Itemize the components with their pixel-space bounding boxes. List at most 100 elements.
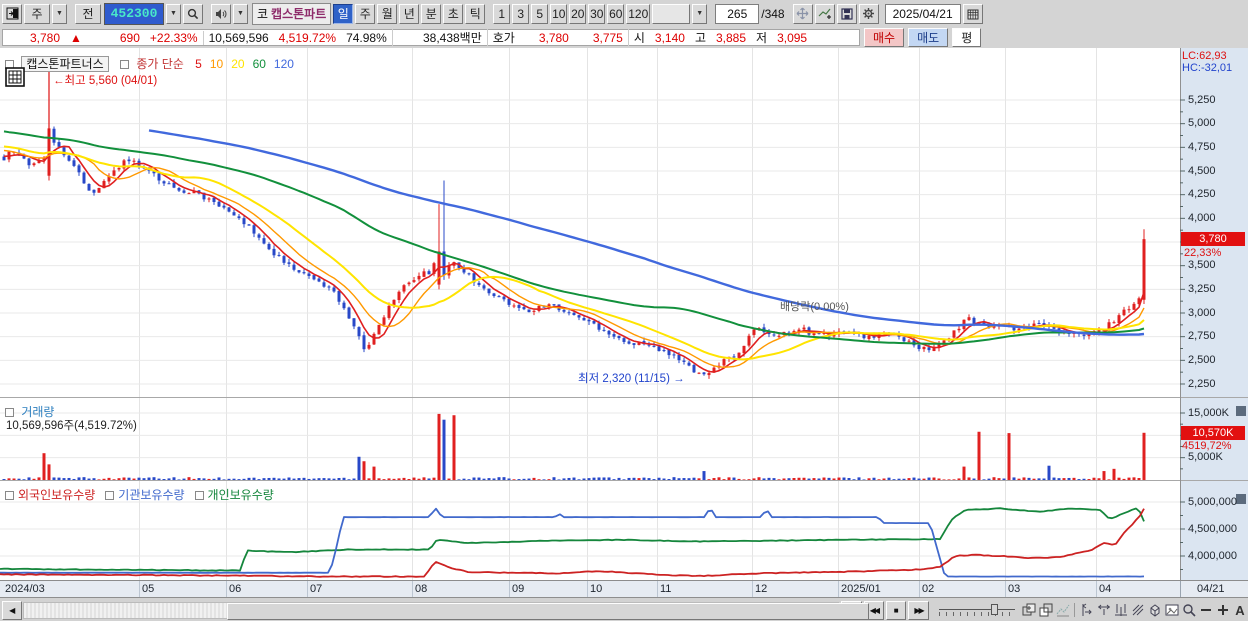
draw-tools-button[interactable]	[1130, 602, 1146, 618]
font-tool-button[interactable]: A	[1232, 602, 1248, 618]
avg-button[interactable]: 평	[952, 28, 982, 47]
period-tab-5[interactable]: 초	[443, 3, 464, 24]
period-tab-3[interactable]: 년	[399, 3, 420, 24]
sound-dropdown-arrow[interactable]: ▼	[233, 3, 248, 24]
price-axis-label: 4,250	[1188, 188, 1216, 201]
bottom-toolbar: ◀ ▶ ◀◀ ■ ▶▶ A	[0, 597, 1248, 621]
legend-stock-name: 캡스톤파트너스	[21, 56, 109, 72]
period-tab-1[interactable]: 주	[355, 3, 376, 24]
interval-button-5[interactable]: 5	[531, 3, 549, 24]
ma-period-legend: 5 10 20 60 120	[187, 57, 294, 71]
four-arrows-icon	[796, 7, 809, 20]
window-panel-icon	[6, 7, 18, 20]
quote-bar: 3,780 ▲ 690 +22.33% 10,569,596 4,519.72%…	[0, 27, 1248, 49]
period-week-button[interactable]: 주	[24, 3, 50, 24]
interval-button-30[interactable]: 30	[588, 3, 606, 24]
bar-count-input[interactable]: 265	[715, 3, 760, 24]
left-scale-button[interactable]	[1079, 602, 1095, 618]
cube-icon	[1150, 604, 1160, 617]
toolbar-divider	[1074, 603, 1075, 617]
zoom-tool-button[interactable]	[1181, 602, 1197, 618]
scroll-left-button[interactable]: ◀	[2, 600, 23, 620]
fast-forward-icon: ▶▶	[914, 605, 924, 615]
time-axis-separator	[226, 581, 227, 598]
calendar-button[interactable]	[962, 3, 983, 24]
price-axis-label: 3,000	[1188, 306, 1216, 319]
chart-style-combo[interactable]	[652, 3, 691, 24]
top-scale-button[interactable]	[1096, 602, 1112, 618]
snapshot-button[interactable]	[1164, 602, 1180, 618]
compare-windows-button[interactable]	[1038, 602, 1054, 618]
search-button[interactable]	[183, 3, 203, 24]
scrollbar-track[interactable]	[23, 601, 870, 620]
price-axis-label: 5,250	[1188, 93, 1216, 106]
interval-button-3[interactable]: 3	[512, 3, 530, 24]
ma-period-label: 5	[195, 57, 202, 71]
sound-button[interactable]	[211, 3, 231, 24]
window-panel-button[interactable]	[2, 3, 22, 24]
interval-button-120[interactable]: 120	[626, 3, 651, 24]
trendline-add-button[interactable]	[814, 3, 835, 24]
sell-button[interactable]: 매도	[908, 28, 949, 47]
time-axis-label: 09	[512, 583, 525, 595]
interval-button-10[interactable]: 10	[550, 3, 568, 24]
slider-handle[interactable]	[990, 603, 998, 615]
save-button[interactable]	[836, 3, 857, 24]
interval-button-60[interactable]: 60	[607, 3, 625, 24]
speed-slider[interactable]	[938, 602, 1015, 619]
settings-button[interactable]	[858, 3, 879, 24]
volume-axis-label: 5,000K	[1188, 451, 1223, 464]
stock-code-input[interactable]: 452300	[104, 2, 164, 25]
hc-value: HC:-32,01	[1182, 62, 1233, 74]
price-axis-label: 4,500	[1188, 164, 1216, 177]
price-axis-label: 4,000	[1188, 211, 1216, 224]
period-tab-6[interactable]: 틱	[465, 3, 486, 24]
pane-expand-icon[interactable]	[1236, 494, 1246, 504]
ask-price: 3,780	[538, 30, 569, 45]
time-axis-separator	[919, 581, 920, 598]
ma-period-label: 60	[252, 57, 266, 71]
open-price: 3,140	[654, 30, 685, 45]
holdings-legend-label: 외국인보유수량	[18, 488, 96, 502]
interval-button-1[interactable]: 1	[493, 3, 511, 24]
period-dropdown-arrow[interactable]: ▼	[52, 3, 67, 24]
pane-expand-icon[interactable]	[1236, 406, 1246, 416]
gear-icon	[863, 8, 875, 19]
legend-square-icon	[5, 408, 14, 418]
cube-tool-button[interactable]	[1147, 602, 1163, 618]
overlay-chart-button[interactable]	[1021, 602, 1037, 618]
stock-name-label: 코 캡스톤파트	[252, 2, 332, 25]
move-mode-button[interactable]	[792, 3, 813, 24]
price-legend: 캡스톤파트너스 종가 단순 5 10 20 60 120	[5, 55, 294, 72]
price-axis-label: 2,750	[1188, 330, 1216, 343]
search-icon	[187, 8, 199, 19]
period-tab-0[interactable]: 일	[333, 3, 354, 24]
fast-forward-button[interactable]: ▶▶	[908, 600, 929, 620]
time-axis-separator	[509, 581, 510, 598]
stop-button[interactable]: ■	[886, 600, 907, 620]
period-tab-2[interactable]: 월	[377, 3, 398, 24]
volume-value-text: 10,569,596주(4,519.72%)	[6, 420, 137, 432]
period-tab-4[interactable]: 분	[421, 3, 442, 24]
interval-button-20[interactable]: 20	[569, 3, 587, 24]
buy-button[interactable]: 매수	[864, 28, 905, 47]
time-axis-label: 12	[755, 583, 768, 595]
zoom-in-button[interactable]	[1215, 602, 1231, 618]
chart-style-arrow[interactable]: ▼	[692, 3, 708, 24]
bar-compress-button[interactable]	[1113, 602, 1129, 618]
high-price: 3,885	[715, 30, 747, 45]
layers-icon	[1022, 603, 1036, 616]
date-input[interactable]: 2025/04/21	[884, 3, 961, 24]
zigzag-tool-button[interactable]	[1055, 602, 1071, 618]
zoom-out-button[interactable]	[1198, 602, 1214, 618]
save-icon	[841, 7, 853, 20]
market-label: 코	[257, 7, 269, 21]
low-price: 3,095	[777, 30, 808, 45]
low-annotation: 최저 2,320 (11/15) →	[578, 373, 685, 385]
scrollbar-thumb[interactable]	[227, 602, 870, 620]
code-dropdown-arrow[interactable]: ▼	[166, 3, 181, 24]
interval-buttons: 1 3 5 10 20 30 60 120	[491, 3, 651, 24]
minus-icon	[1201, 609, 1211, 611]
prev-stock-button[interactable]: 전	[75, 3, 101, 24]
open-label: 시	[627, 29, 650, 46]
